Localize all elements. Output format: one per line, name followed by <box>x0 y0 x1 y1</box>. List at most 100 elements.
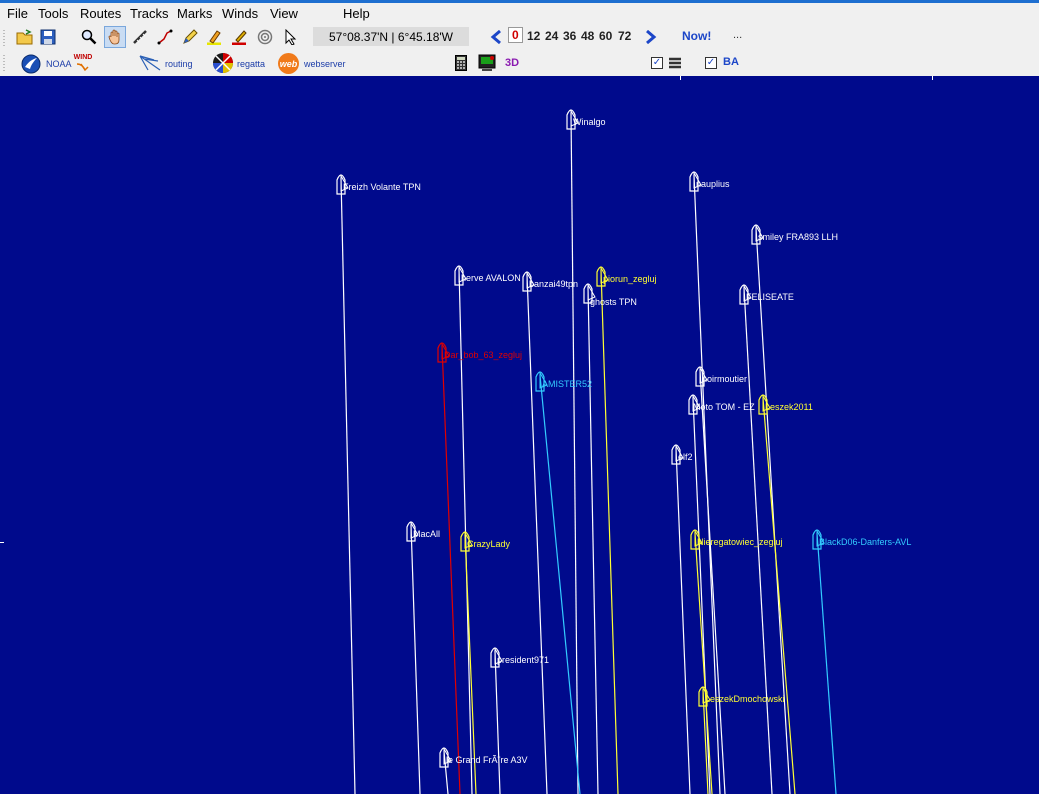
brush-icon[interactable] <box>229 27 249 47</box>
ba-label[interactable]: BA <box>723 56 739 68</box>
pencil-icon[interactable] <box>180 27 200 47</box>
boat-name-label: smiley FRA893 LLH <box>758 232 838 242</box>
boat-track <box>816 532 837 794</box>
boat-track <box>699 369 726 794</box>
previous-time-button[interactable] <box>488 28 504 46</box>
layers-checkbox[interactable]: ✓ <box>651 57 663 69</box>
target-icon[interactable] <box>255 27 275 47</box>
boat-name-label: CrazyLady <box>467 539 511 549</box>
toolbar-grip <box>2 53 8 73</box>
boat-14[interactable]: elf2 <box>671 444 693 794</box>
boat-name-label: banzai49tpn <box>529 279 578 289</box>
boat-track <box>755 227 791 794</box>
boat-name-label: ghosts TPN <box>590 297 637 307</box>
hour-48-button[interactable]: 48 <box>581 29 594 43</box>
boat-name-label: MacAll <box>413 529 440 539</box>
boat-19[interactable]: president971 <box>490 647 549 794</box>
regatta-icon[interactable] <box>212 52 234 74</box>
boat-name-label: Leszek2011 <box>765 402 813 412</box>
boat-name-label: LeszekDmochowski <box>705 694 785 704</box>
webserver-label[interactable]: webserver <box>304 59 346 69</box>
webserver-icon[interactable]: web <box>278 53 299 74</box>
boat-track <box>494 650 501 794</box>
boat-11[interactable]: noirmoutier <box>695 366 747 794</box>
menu-file[interactable]: File <box>7 6 28 21</box>
boat-track <box>675 447 691 794</box>
now-button[interactable]: Now! <box>682 29 711 43</box>
boat-name-label: Nieregatowiec_zegluj <box>697 537 783 547</box>
hour-0-button[interactable]: 0 <box>508 27 523 43</box>
secondary-toolbar: NOAA WIND routing regatta web webserver … <box>0 50 1039 76</box>
wind-icon[interactable]: WIND <box>73 53 93 73</box>
boat-name-label: le Grand FrÃ¨re A3V <box>446 755 528 765</box>
noaa-logo-icon[interactable] <box>20 53 41 74</box>
menu-tools[interactable]: Tools <box>38 6 68 21</box>
menu-view[interactable]: View <box>270 6 298 21</box>
routing-icon[interactable] <box>138 53 162 73</box>
boat-0[interactable]: Winalgo <box>566 109 606 794</box>
menu-bar: File Tools Routes Tracks Marks Winds Vie… <box>0 3 1039 25</box>
boat-name-label: AMISTER52 <box>542 379 592 389</box>
boat-name-label: herve AVALON <box>461 273 521 283</box>
boat-name-label: Freizh Volante TPN <box>343 182 421 192</box>
more-button[interactable]: ... <box>733 29 742 41</box>
boat-1[interactable]: Freizh Volante TPN <box>336 174 421 794</box>
boat-5[interactable]: banzai49tpn <box>522 271 578 794</box>
menu-tracks[interactable]: Tracks <box>130 6 169 21</box>
boat-track <box>410 524 421 794</box>
hand-pan-icon[interactable] <box>104 26 126 48</box>
boat-name-label: nauplius <box>696 179 730 189</box>
boat-track <box>441 345 461 794</box>
boat-6[interactable]: piorun_zegluj <box>596 266 657 794</box>
boat-name-label: Winalgo <box>573 117 606 127</box>
layers-icon[interactable] <box>667 55 683 71</box>
menu-help[interactable]: Help <box>343 6 370 21</box>
coordinates-readout: 57°08.37'N | 6°45.18'W <box>313 27 469 46</box>
boat-name-label: elf2 <box>678 452 693 462</box>
boat-track <box>600 269 619 794</box>
boat-21[interactable]: le Grand FrÃ¨re A3V <box>439 747 528 794</box>
instruments-icon[interactable] <box>477 53 497 73</box>
ruler-icon[interactable] <box>130 27 150 47</box>
routing-label[interactable]: routing <box>165 59 193 69</box>
highlighter-icon[interactable] <box>204 27 224 47</box>
boat-track <box>340 177 356 794</box>
boat-track <box>762 397 796 794</box>
noaa-label[interactable]: NOAA <box>46 59 72 69</box>
menu-winds[interactable]: Winds <box>222 6 258 21</box>
magnifier-icon[interactable] <box>79 27 99 47</box>
boat-3[interactable]: smiley FRA893 LLH <box>751 224 838 794</box>
boat-name-label: Dar_bob_63_zegluj <box>444 350 522 360</box>
main-toolbar: 57°08.37'N | 6°45.18'W 0 12 24 36 48 60 … <box>0 25 1039 50</box>
open-folder-icon[interactable] <box>15 27 35 47</box>
menu-marks[interactable]: Marks <box>177 6 212 21</box>
ba-checkbox[interactable]: ✓ <box>705 57 717 69</box>
hour-72-button[interactable]: 72 <box>618 29 631 43</box>
regatta-label[interactable]: regatta <box>237 59 265 69</box>
boat-4[interactable]: herve AVALON <box>454 265 521 794</box>
toolbar-grip <box>2 28 8 48</box>
route-icon[interactable] <box>155 27 175 47</box>
hour-12-button[interactable]: 12 <box>527 29 540 43</box>
boat-18[interactable]: BlackD06-Danfers-AVL <box>812 529 911 794</box>
calculator-icon[interactable] <box>453 54 469 72</box>
boat-15[interactable]: MacAll <box>406 521 440 794</box>
fleet-layer: Winalgo Freizh Volante TPN nauplius smiley … <box>336 109 911 794</box>
next-time-button[interactable] <box>643 28 659 46</box>
3d-button[interactable]: 3D <box>505 57 519 69</box>
hour-60-button[interactable]: 60 <box>599 29 612 43</box>
hour-24-button[interactable]: 24 <box>545 29 558 43</box>
regatta-map[interactable]: Winalgo Freizh Volante TPN nauplius smiley … <box>0 76 1039 794</box>
boat-track <box>570 112 579 794</box>
boat-name-label: president971 <box>497 655 549 665</box>
boat-9[interactable]: Dar_bob_63_zegluj <box>437 342 522 794</box>
menu-routes[interactable]: Routes <box>80 6 121 21</box>
boat-7[interactable]: ghosts TPN <box>583 283 637 794</box>
save-icon[interactable] <box>38 27 58 47</box>
pointer-icon[interactable] <box>281 27 301 47</box>
boat-track <box>692 397 711 794</box>
boat-name-label: FELISEATE <box>746 292 794 302</box>
hour-36-button[interactable]: 36 <box>563 29 576 43</box>
boat-name-label: piorun_zegluj <box>603 274 657 284</box>
boat-track <box>526 274 548 794</box>
